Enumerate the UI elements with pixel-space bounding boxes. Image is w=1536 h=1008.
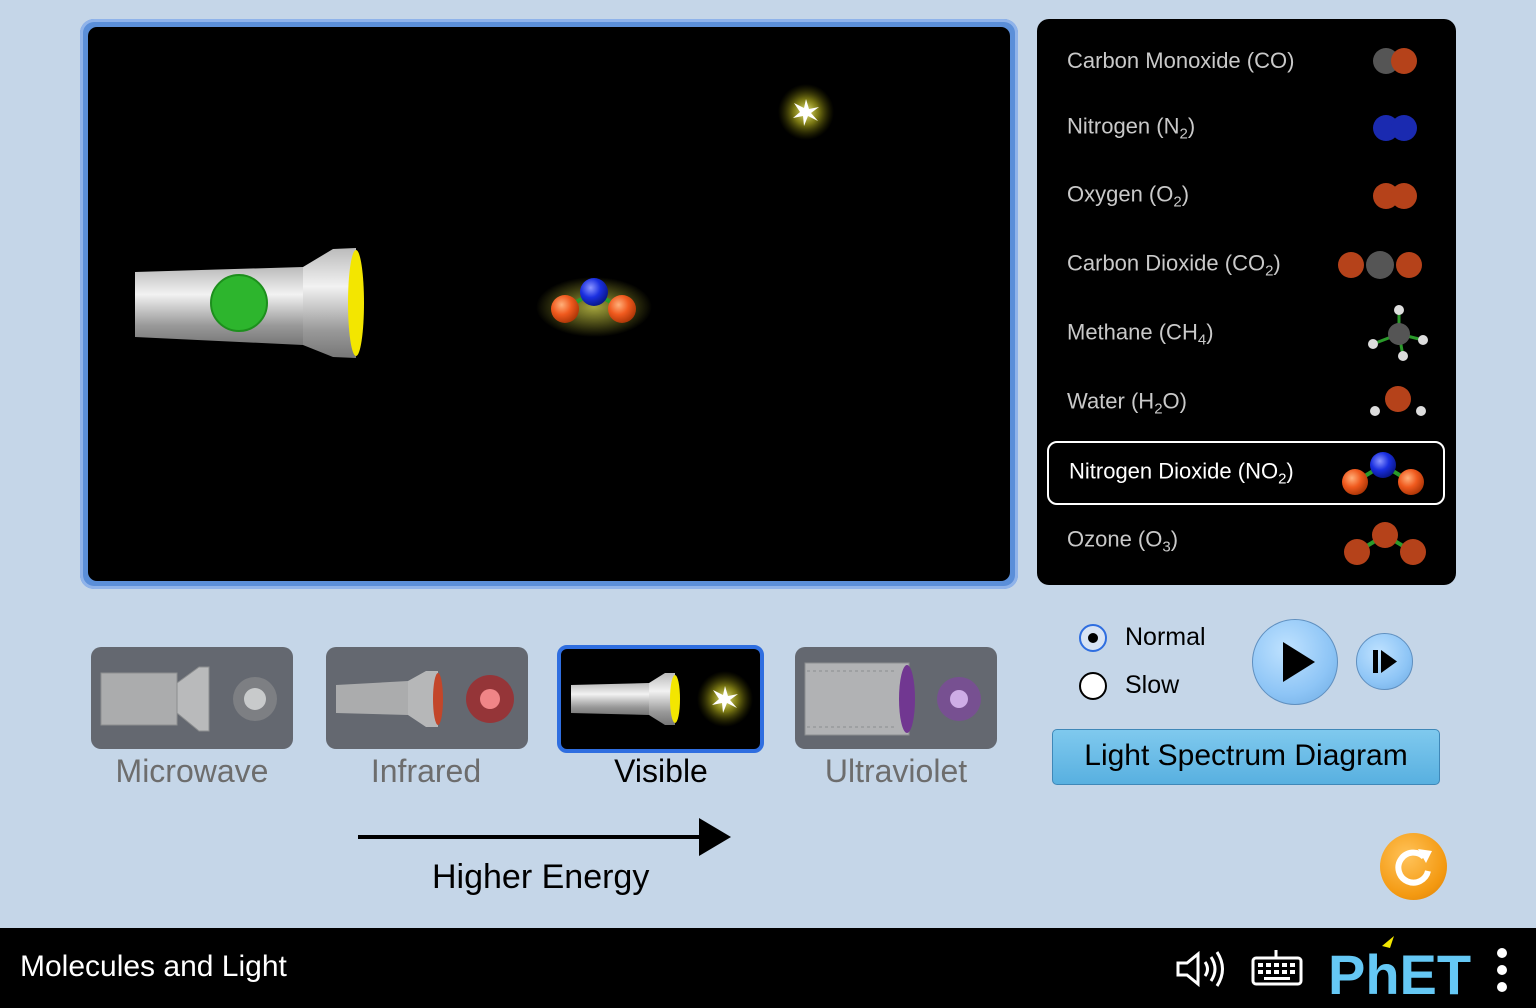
options-menu-icon[interactable]: [1494, 946, 1510, 994]
sim-title: Molecules and Light: [20, 950, 287, 983]
infrared-label: Infrared: [370, 753, 482, 789]
n2-molecule-icon: [1373, 115, 1417, 141]
phet-logo-text: PhET: [1328, 943, 1471, 1000]
molecule-label: Nitrogen (N2): [1067, 113, 1196, 143]
co-molecule-icon: [1373, 48, 1417, 74]
molecule-selection-panel: Carbon Monoxide (CO) Nitrogen (N2) Oxyge…: [1037, 19, 1456, 585]
play-icon: [1283, 642, 1315, 682]
ch4-molecule-icon: [1368, 305, 1428, 361]
radio-circle: [1079, 624, 1107, 652]
light-spectrum-diagram-button[interactable]: Light Spectrum Diagram: [1052, 729, 1440, 785]
energy-arrow-head: [699, 818, 731, 856]
reset-all-button[interactable]: [1380, 833, 1447, 900]
molecule-option-methane[interactable]: Methane (CH4): [1047, 302, 1445, 366]
navigation-bar: Molecules and Light PhET: [0, 928, 1536, 1008]
molecule-option-nitrogen-dioxide[interactable]: Nitrogen Dioxide (NO2): [1047, 441, 1445, 505]
co2-molecule-icon: [1338, 251, 1422, 279]
molecule-option-carbon-monoxide[interactable]: Carbon Monoxide (CO): [1047, 29, 1445, 93]
visible-label: Visible: [614, 753, 708, 789]
energy-label: Higher Energy: [432, 858, 650, 896]
emitter-on-button[interactable]: [210, 274, 268, 332]
ultraviolet-label: Ultraviolet: [824, 753, 968, 789]
infrared-emitter-icon: [336, 671, 514, 727]
no2-molecule[interactable]: [536, 277, 652, 337]
molecule-label: Water (H2O): [1067, 388, 1187, 418]
o2-molecule-icon: [1373, 183, 1417, 209]
molecule-option-oxygen[interactable]: Oxygen (O2): [1047, 164, 1445, 228]
reset-icon: [1395, 849, 1432, 886]
sound-icon[interactable]: [1174, 948, 1228, 990]
light-source-infrared-button[interactable]: [326, 647, 528, 749]
molecule-label: Ozone (O3): [1067, 526, 1179, 556]
visible-photon: [778, 84, 834, 140]
phet-logo-icon: PhET: [1328, 936, 1471, 1006]
light-source-visible-button[interactable]: [557, 645, 764, 753]
molecule-label: Nitrogen Dioxide (NO2): [1069, 458, 1294, 488]
step-forward-icon: [1373, 650, 1397, 673]
microwave-emitter-icon: [100, 666, 277, 732]
observation-scene: [135, 84, 834, 358]
molecule-label: Methane (CH4): [1067, 319, 1214, 349]
phet-logo[interactable]: PhET: [1328, 936, 1484, 1006]
step-forward-button[interactable]: [1356, 633, 1413, 690]
molecule-label: Oxygen (O2): [1067, 181, 1190, 211]
energy-arrow-shaft: [358, 835, 703, 839]
light-source-ultraviolet-button[interactable]: [795, 647, 997, 749]
molecule-option-nitrogen[interactable]: Nitrogen (N2): [1047, 96, 1445, 160]
no2-molecule-icon: [1342, 452, 1424, 495]
light-source-microwave-button[interactable]: [91, 647, 293, 749]
molecule-option-ozone[interactable]: Ozone (O3): [1047, 509, 1445, 573]
o3-molecule-icon: [1344, 522, 1426, 565]
microwave-label: Microwave: [115, 753, 269, 789]
speed-slow-label: Slow: [1125, 671, 1180, 699]
molecule-label: Carbon Monoxide (CO): [1067, 48, 1295, 73]
molecule-option-carbon-dioxide[interactable]: Carbon Dioxide (CO2): [1047, 233, 1445, 297]
visible-emitter-icon: [571, 671, 753, 727]
observation-window-viewport: [88, 27, 1010, 581]
molecule-label: Carbon Dioxide (CO2): [1067, 250, 1281, 280]
flashlight-emitter: [135, 248, 364, 358]
radio-dot: [1088, 633, 1098, 643]
keyboard-icon[interactable]: [1250, 948, 1304, 988]
molecule-option-water[interactable]: Water (H2O): [1047, 371, 1445, 435]
h2o-molecule-icon: [1370, 386, 1426, 416]
speed-normal-label: Normal: [1125, 623, 1206, 651]
radio-circle: [1079, 672, 1107, 700]
observation-window: [80, 19, 1018, 589]
play-button[interactable]: [1252, 619, 1338, 705]
ultraviolet-emitter-icon: [804, 662, 981, 736]
light-spectrum-diagram-label: Light Spectrum Diagram: [1084, 739, 1408, 772]
